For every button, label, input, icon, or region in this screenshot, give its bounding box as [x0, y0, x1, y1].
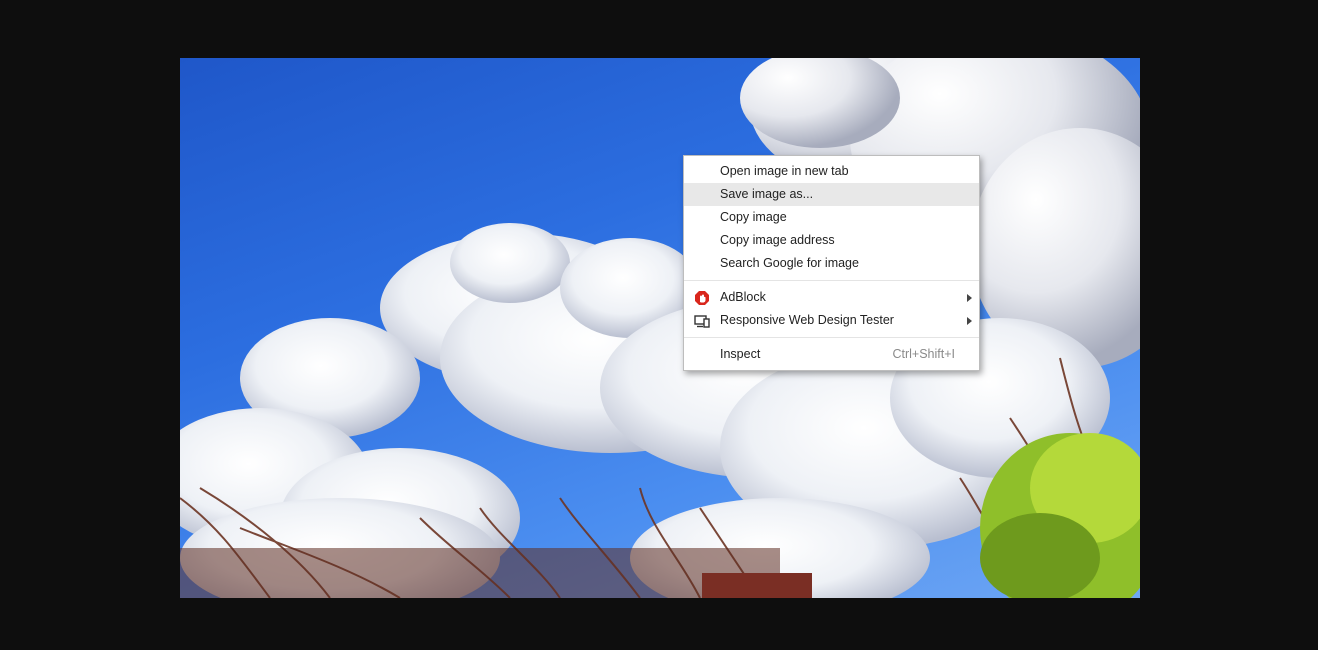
menu-item-copy-image-address[interactable]: Copy image address — [684, 229, 979, 252]
submenu-arrow-icon — [967, 317, 972, 325]
menu-item-inspect[interactable]: Inspect Ctrl+Shift+I — [684, 343, 979, 366]
adblock-icon — [695, 291, 709, 305]
responsive-tester-icon — [694, 315, 710, 328]
menu-item-label: Copy image address — [720, 233, 835, 247]
menu-item-label: AdBlock — [720, 290, 766, 304]
menu-item-label: Responsive Web Design Tester — [720, 313, 894, 327]
menu-item-responsive-web-design-tester[interactable]: Responsive Web Design Tester — [684, 309, 979, 332]
building-top — [702, 573, 812, 598]
menu-item-search-google-for-image[interactable]: Search Google for image — [684, 252, 979, 275]
menu-item-adblock[interactable]: AdBlock — [684, 286, 979, 309]
menu-item-label: Copy image — [720, 210, 787, 224]
submenu-arrow-icon — [967, 294, 972, 302]
menu-item-shortcut: Ctrl+Shift+I — [892, 347, 955, 361]
menu-item-save-image-as[interactable]: Save image as... — [684, 183, 979, 206]
sky-photo[interactable] — [180, 58, 1140, 598]
sky-photo-graphic — [180, 58, 1140, 598]
menu-item-label: Open image in new tab — [720, 164, 849, 178]
menu-item-open-image-new-tab[interactable]: Open image in new tab — [684, 160, 979, 183]
menu-separator — [684, 337, 979, 338]
menu-separator — [684, 280, 979, 281]
context-menu: Open image in new tab Save image as... C… — [683, 155, 980, 371]
menu-item-label: Save image as... — [720, 187, 814, 201]
menu-item-label: Search Google for image — [720, 256, 859, 270]
menu-item-label: Inspect — [720, 347, 761, 361]
bush-shadow — [180, 548, 780, 598]
menu-item-copy-image[interactable]: Copy image — [684, 206, 979, 229]
